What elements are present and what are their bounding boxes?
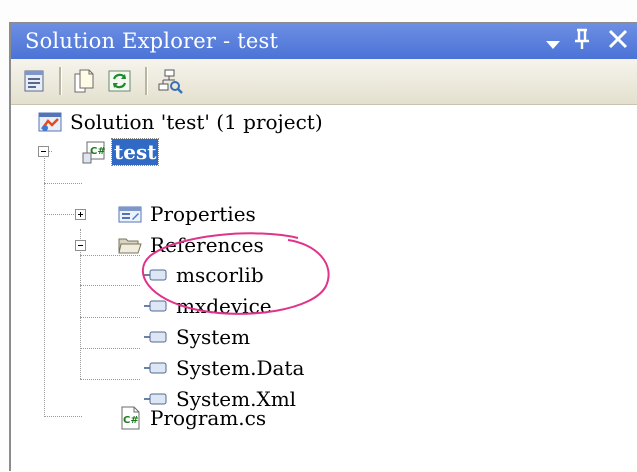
toolbar-separator — [59, 67, 62, 95]
tree-guide-line — [80, 348, 140, 349]
properties-folder-icon — [118, 206, 142, 223]
tree-guide-line — [80, 229, 81, 379]
class-diagram-icon — [158, 69, 183, 94]
svg-text:C#: C# — [123, 415, 139, 426]
tree-node-solution[interactable]: Solution 'test' (1 project) — [38, 107, 325, 137]
tree-node-label: Properties — [150, 202, 256, 226]
tree-node-project[interactable]: C# test — [82, 137, 160, 167]
dropdown-arrow-icon[interactable] — [541, 37, 565, 51]
tree-node-label: test — [110, 138, 160, 166]
show-all-files-button[interactable] — [71, 68, 97, 94]
tree-guide-line — [44, 183, 82, 184]
svg-text:C#: C# — [90, 146, 106, 157]
tree-node-label: Solution 'test' (1 project) — [70, 110, 323, 134]
reference-item[interactable]: System.Data — [144, 353, 306, 383]
title-bar: Solution Explorer - test — [11, 23, 637, 59]
pin-icon[interactable] — [571, 26, 593, 62]
csharp-file-icon: C# — [121, 406, 140, 430]
expand-properties-toggle[interactable] — [75, 209, 86, 220]
solution-icon — [38, 112, 62, 132]
collapse-project-toggle[interactable] — [38, 146, 49, 157]
reference-item[interactable]: System — [144, 322, 252, 352]
close-icon[interactable] — [605, 25, 631, 61]
csharp-project-icon: C# — [82, 141, 106, 164]
view-class-diagram-button[interactable] — [157, 68, 183, 94]
tree-guide-line — [80, 285, 140, 286]
tree-guide-line — [44, 416, 82, 417]
refresh-button[interactable] — [107, 68, 133, 94]
collapse-references-toggle[interactable] — [75, 240, 86, 251]
tree-guide-line — [44, 151, 45, 417]
tree-node-label: System — [176, 325, 251, 349]
window-title: Solution Explorer - test — [25, 29, 279, 53]
tree-guide-line — [80, 379, 140, 380]
show-all-files-icon — [74, 69, 94, 93]
tree-node-properties[interactable]: Properties — [118, 199, 258, 229]
properties-icon — [24, 70, 44, 92]
tree-node-program[interactable]: C# Program.cs — [118, 403, 268, 433]
highlight-annotation — [141, 232, 330, 315]
reference-icon — [144, 331, 167, 343]
reference-icon — [144, 362, 167, 374]
tree-node-label: System.Data — [176, 356, 305, 380]
toolbar-separator — [145, 67, 148, 95]
toolbar — [11, 59, 637, 105]
properties-button[interactable] — [22, 68, 48, 94]
tree-guide-line — [80, 317, 140, 318]
tree-node-label: Program.cs — [150, 406, 267, 430]
refresh-icon — [108, 70, 131, 92]
